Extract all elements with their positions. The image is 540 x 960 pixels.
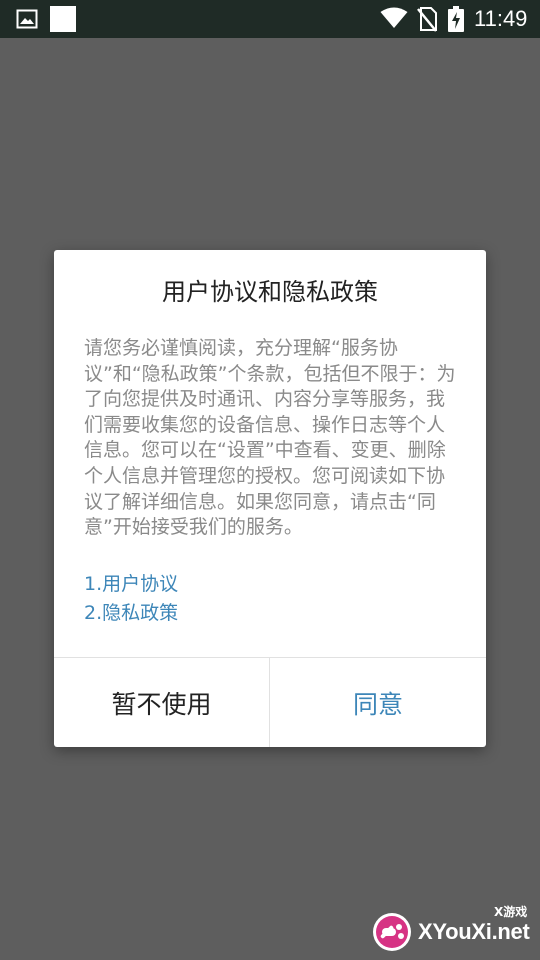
dialog-body-text: 请您务必谨慎阅读，充分理解“服务协议”和“隐私政策”个条款，包括但不限于：为了向… xyxy=(84,337,456,539)
notification-square-icon xyxy=(50,6,76,32)
watermark-small-text: X游戏 xyxy=(494,905,528,919)
status-bar: 11:49 xyxy=(0,0,540,38)
agree-button[interactable]: 同意 xyxy=(270,658,486,747)
status-time: 11:49 xyxy=(474,6,528,31)
wifi-icon xyxy=(380,7,408,33)
screen: 11:49 用户协议和隐私政策 请您务必谨慎阅读，充分理解“服务协议”和“隐私政… xyxy=(0,0,540,960)
decline-button[interactable]: 暂不使用 xyxy=(54,658,269,747)
watermark-main-text: XYouXi.net xyxy=(418,919,530,944)
site-watermark: X游戏 XYouXi.net xyxy=(366,900,540,960)
gallery-icon xyxy=(16,9,38,33)
privacy-policy-link[interactable]: 2.隐私政策 xyxy=(84,599,456,628)
dialog-title: 用户协议和隐私政策 xyxy=(162,278,378,306)
no-sim-icon xyxy=(416,6,438,36)
user-agreement-link[interactable]: 1.用户协议 xyxy=(84,570,456,599)
gamepad-logo-icon xyxy=(370,910,414,954)
privacy-dialog: 用户协议和隐私政策 请您务必谨慎阅读，充分理解“服务协议”和“隐私政策”个条款，… xyxy=(54,250,486,747)
battery-charging-icon xyxy=(448,6,464,36)
agreement-links: 1.用户协议 2.隐私政策 xyxy=(84,570,456,628)
